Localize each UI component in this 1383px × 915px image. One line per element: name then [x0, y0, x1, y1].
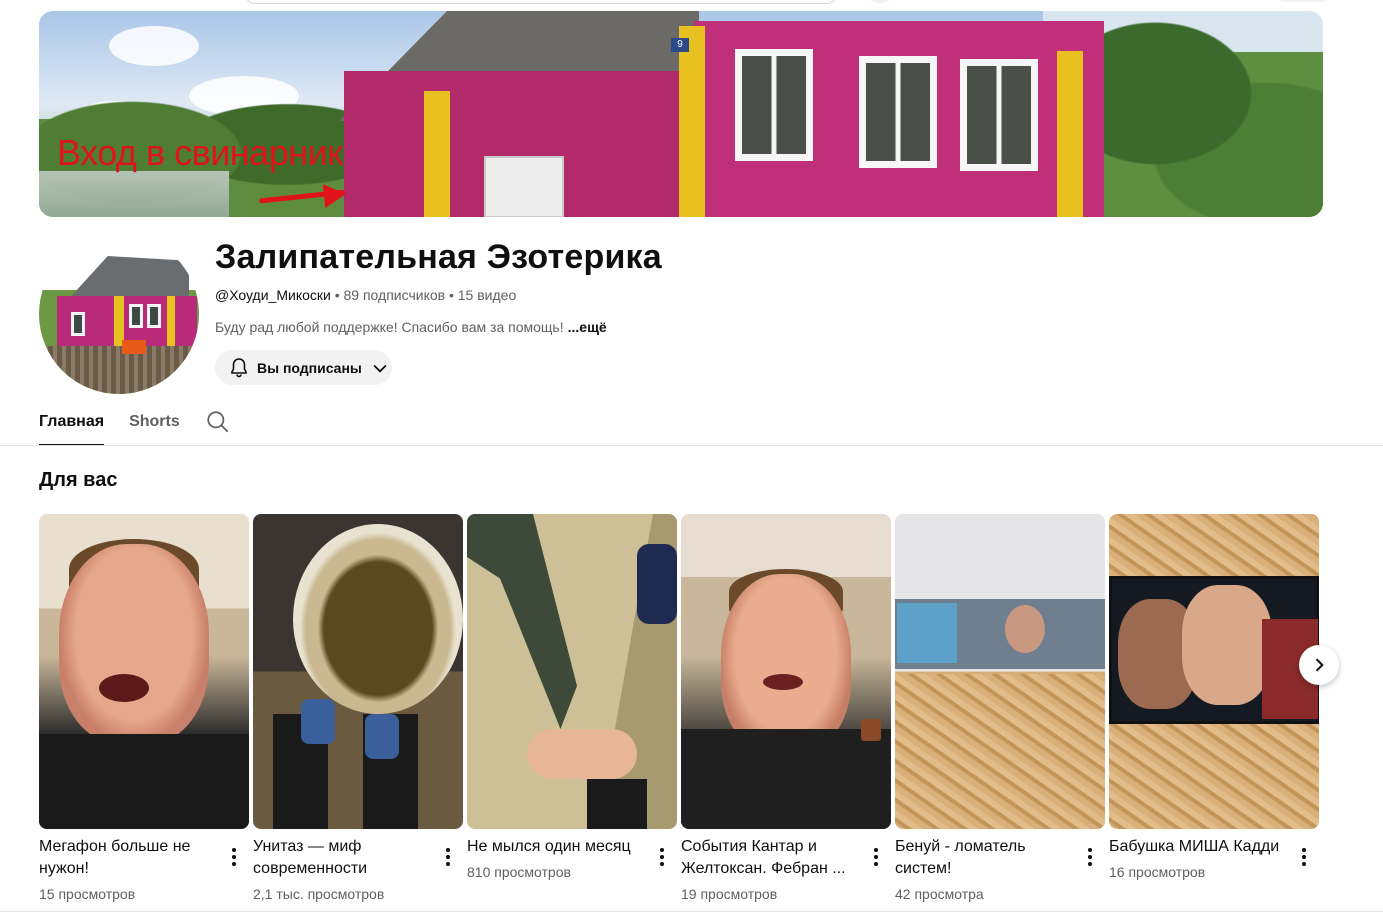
short-title[interactable]: События Кантар и Желтоксан. Фебран ... — [681, 836, 859, 880]
short-title[interactable]: Бенуй - ломатель систем! — [895, 836, 1073, 880]
short-item[interactable]: Унитаз — миф современности 2,1 тыс. прос… — [253, 514, 463, 902]
short-title[interactable]: Унитаз — миф современности — [253, 836, 431, 880]
short-item[interactable]: Не мылся один месяц 810 просмотров — [467, 514, 677, 880]
channel-handle[interactable]: @Хоуди_Микоски — [215, 287, 331, 303]
subscriber-count: 89 подписчиков — [343, 287, 446, 303]
shorts-shelf: Мегафон больше не нужон! 15 просмотров У… — [39, 514, 1323, 914]
section-title: Для вас — [39, 469, 118, 491]
tab-shorts[interactable]: Shorts — [129, 404, 180, 446]
short-views: 16 просмотров — [1109, 864, 1206, 880]
short-item[interactable]: События Кантар и Желтоксан. Фебран ... 1… — [681, 514, 891, 902]
arrow-head-icon — [322, 181, 348, 209]
chevron-right-icon — [1315, 658, 1324, 672]
short-views: 2,1 тыс. просмотров — [253, 886, 385, 902]
meta-separator: • — [330, 287, 344, 303]
short-views: 810 просмотров — [467, 864, 571, 880]
channel-meta: @Хоуди_Микоски • 89 подписчиков • 15 вид… — [215, 287, 516, 303]
short-thumbnail[interactable] — [895, 514, 1105, 829]
short-item[interactable]: Бенуй - ломатель систем! 42 просмотра — [895, 514, 1105, 902]
more-vert-icon[interactable] — [653, 846, 671, 868]
short-thumbnail[interactable] — [253, 514, 463, 829]
search-bar-fragment[interactable] — [245, 0, 837, 4]
short-views: 42 просмотра — [895, 886, 984, 902]
short-thumbnail[interactable] — [1109, 514, 1319, 829]
channel-tabs: Главная Shorts — [39, 404, 231, 446]
short-item[interactable]: Бабушка МИША Кадди 16 просмотров — [1109, 514, 1319, 880]
next-button[interactable] — [1299, 645, 1339, 685]
subscribed-label: Вы подписаны — [257, 359, 362, 376]
house-number: 9 — [671, 38, 689, 52]
short-views: 15 просмотров — [39, 886, 136, 902]
channel-name: Залипательная Эзотерика — [215, 238, 662, 276]
bottom-divider — [0, 911, 1383, 912]
tabs-divider — [0, 445, 1383, 446]
chevron-down-icon — [373, 364, 387, 373]
search-icon[interactable] — [205, 404, 231, 440]
header-button-fragment[interactable] — [1280, 0, 1326, 2]
voice-search-fragment[interactable] — [870, 0, 890, 3]
more-link[interactable]: ...ещё — [568, 319, 607, 335]
subscribed-button[interactable]: Вы подписаны — [215, 350, 392, 385]
short-title[interactable]: Мегафон больше не нужон! — [39, 836, 217, 880]
channel-description[interactable]: Буду рад любой поддержке! Спасибо вам за… — [215, 319, 607, 335]
short-thumbnail[interactable] — [39, 514, 249, 829]
more-vert-icon[interactable] — [225, 846, 243, 868]
short-item[interactable]: Мегафон больше не нужон! 15 просмотров — [39, 514, 249, 902]
meta-separator: • — [445, 287, 458, 303]
banner-overlay-text: Вход в свинарник — [57, 132, 343, 173]
short-thumbnail[interactable] — [681, 514, 891, 829]
more-vert-icon[interactable] — [1295, 846, 1313, 868]
channel-banner: 9 Вход в свинарник — [39, 11, 1323, 217]
more-vert-icon[interactable] — [867, 846, 885, 868]
short-thumbnail[interactable] — [467, 514, 677, 829]
video-count: 15 видео — [457, 287, 517, 303]
tab-home[interactable]: Главная — [39, 404, 105, 446]
description-text: Буду рад любой поддержке! Спасибо вам за… — [215, 319, 564, 335]
short-title[interactable]: Бабушка МИША Кадди — [1109, 836, 1287, 858]
more-vert-icon[interactable] — [1081, 846, 1099, 868]
short-title[interactable]: Не мылся один месяц — [467, 836, 645, 858]
bell-icon — [231, 357, 247, 377]
short-views: 19 просмотров — [681, 886, 778, 902]
channel-avatar[interactable] — [39, 234, 199, 394]
more-vert-icon[interactable] — [439, 846, 457, 868]
